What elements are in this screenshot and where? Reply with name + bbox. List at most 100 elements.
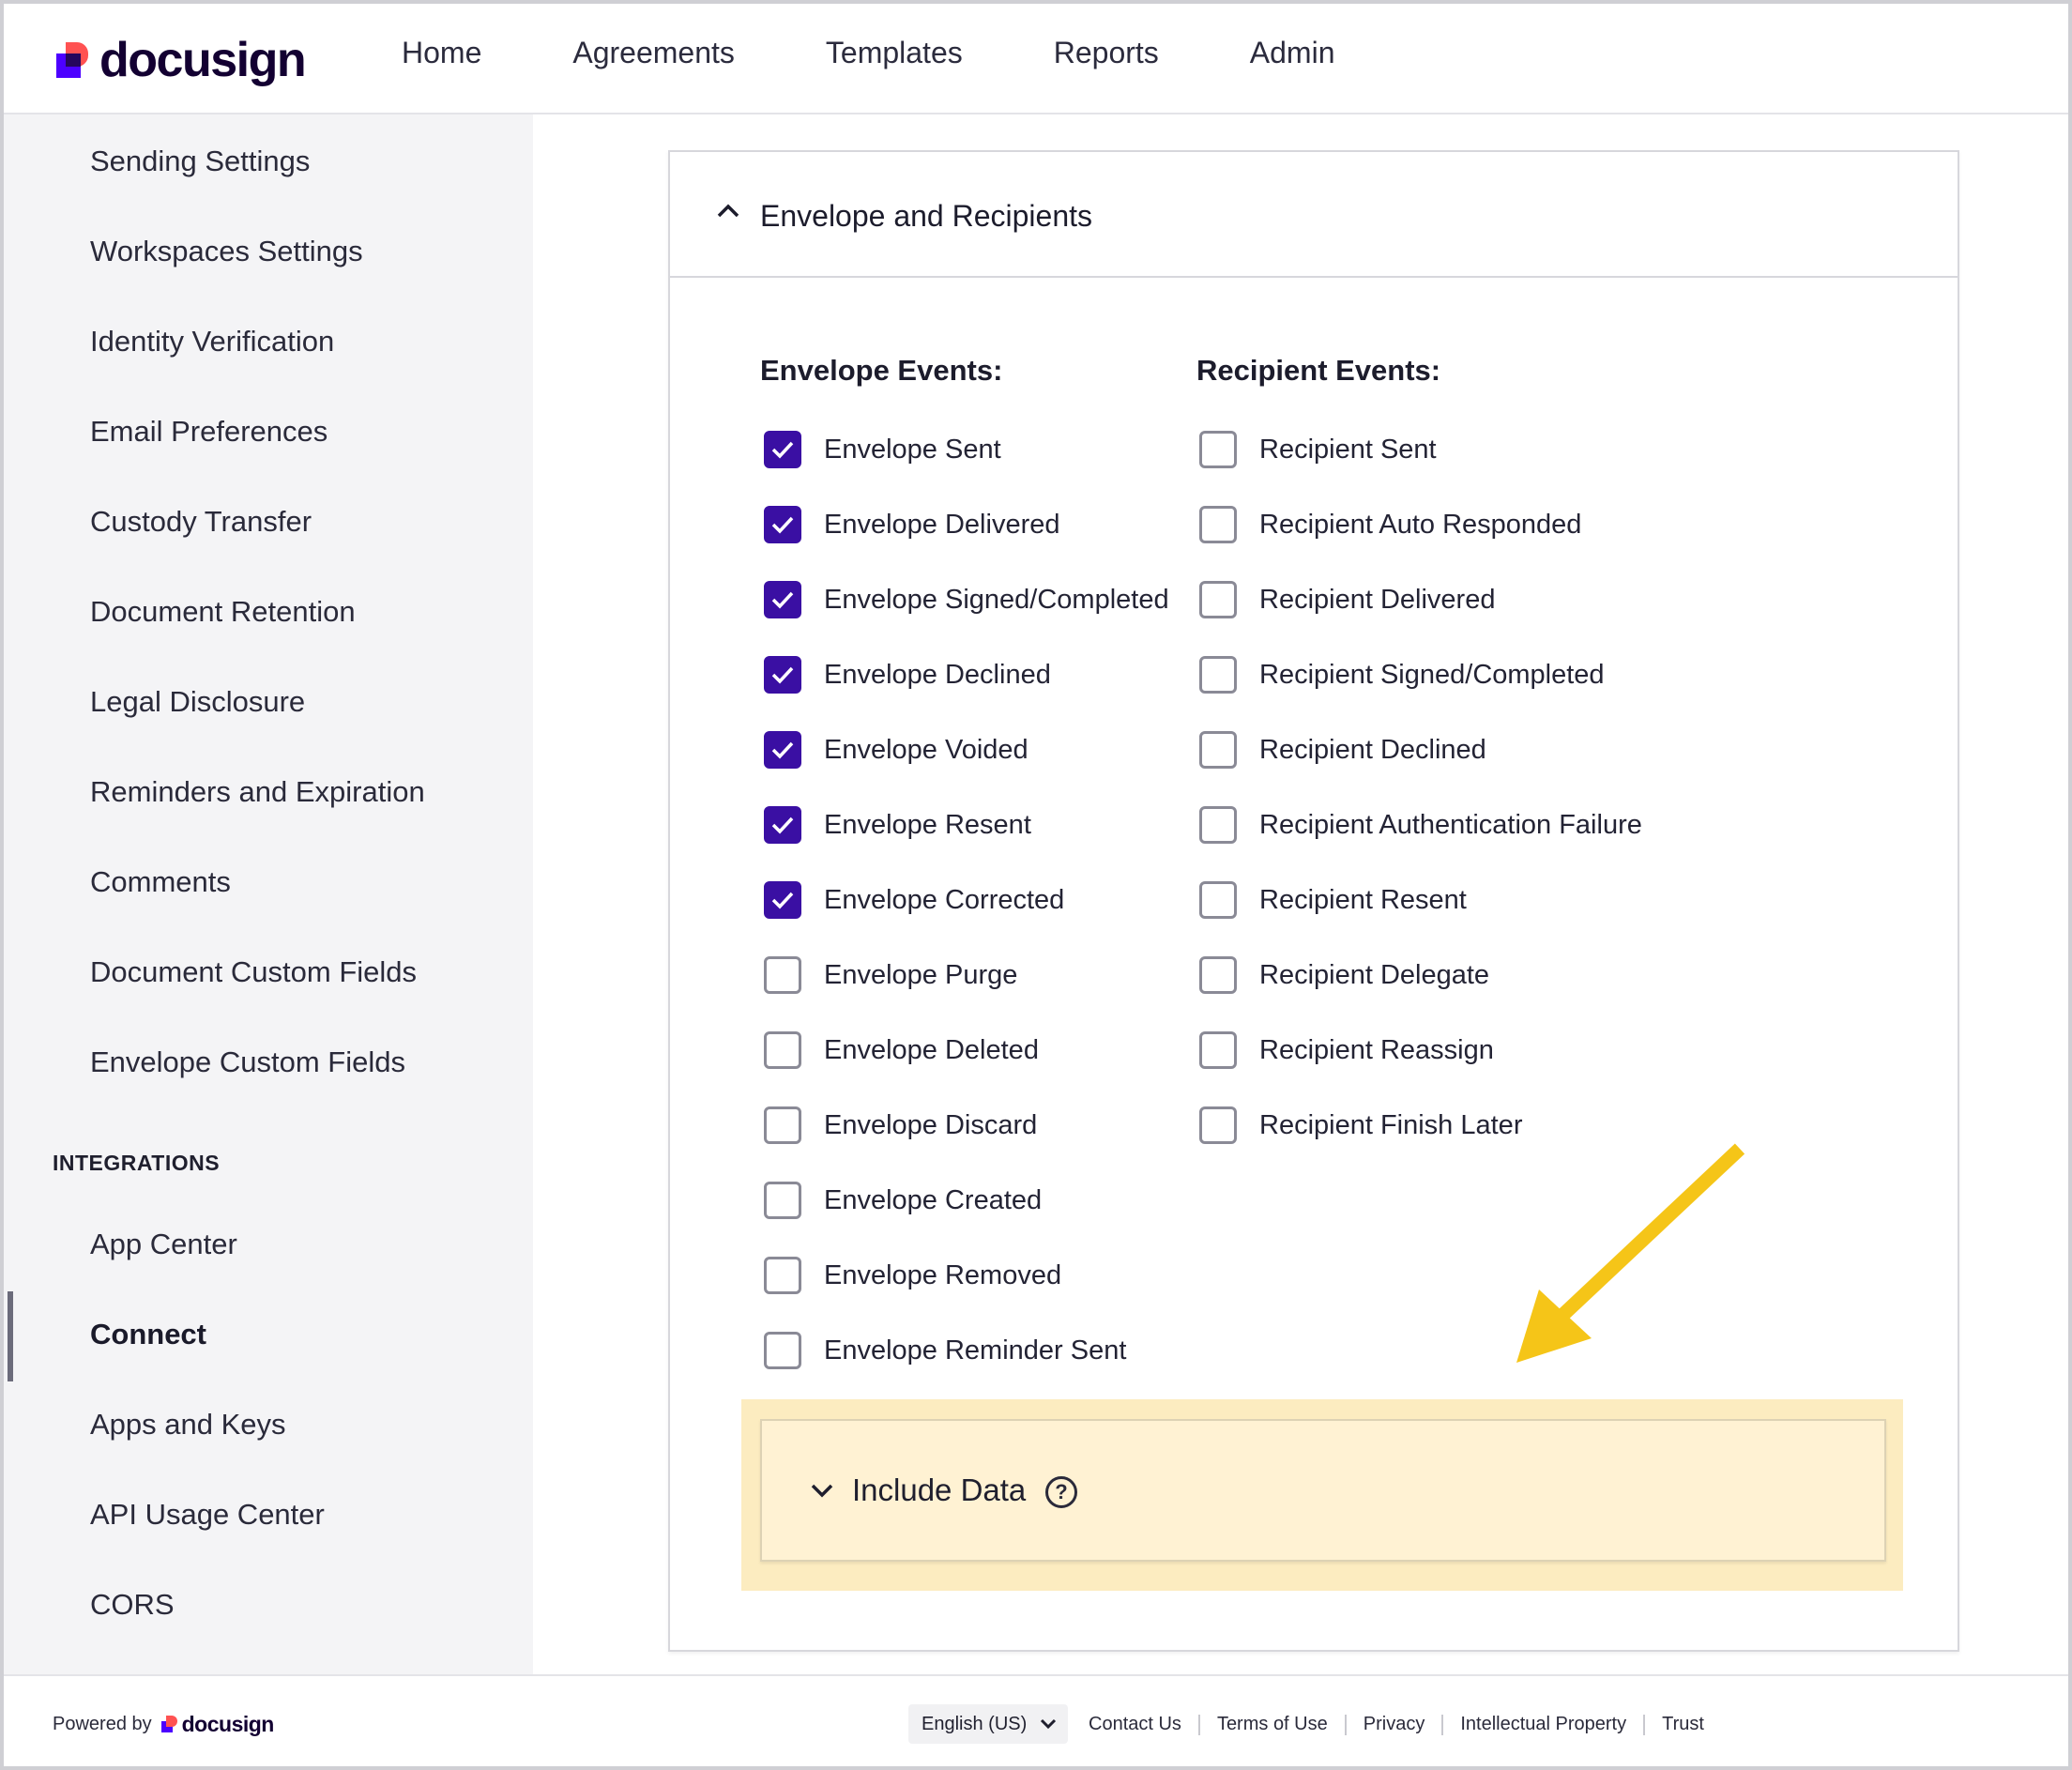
envelope-event-label: Envelope Declined bbox=[824, 659, 1051, 690]
include-data-label: Include Data bbox=[852, 1472, 1027, 1507]
recipient-event-checkbox-row[interactable]: Recipient Signed/Completed bbox=[1199, 656, 1605, 694]
sidebar-item-comments[interactable]: Comments bbox=[90, 865, 231, 899]
checkbox-unchecked[interactable] bbox=[1199, 1031, 1237, 1069]
sidebar-heading-integrations: INTEGRATIONS bbox=[53, 1151, 221, 1175]
envelope-event-checkbox-row[interactable]: Envelope Signed/Completed bbox=[764, 581, 1169, 618]
recipient-event-checkbox-row[interactable]: Recipient Auto Responded bbox=[1199, 506, 1581, 543]
checkbox-unchecked[interactable] bbox=[1199, 956, 1237, 994]
checkbox-checked[interactable] bbox=[764, 581, 801, 618]
footer: Powered by docusign English (US) Contact… bbox=[4, 1674, 2068, 1766]
checkbox-unchecked[interactable] bbox=[764, 956, 801, 994]
envelope-event-label: Envelope Created bbox=[824, 1184, 1043, 1215]
checkbox-unchecked[interactable] bbox=[764, 1182, 801, 1219]
checkbox-unchecked[interactable] bbox=[1199, 881, 1237, 919]
sidebar-item-apps-and-keys[interactable]: Apps and Keys bbox=[90, 1408, 286, 1442]
panel-header[interactable]: Envelope and Recipients bbox=[670, 152, 1958, 278]
footer-link-intellectual-property[interactable]: Intellectual Property bbox=[1460, 1714, 1626, 1735]
checkbox-checked[interactable] bbox=[764, 431, 801, 468]
envelope-event-label: Envelope Delivered bbox=[824, 509, 1060, 540]
checkbox-unchecked[interactable] bbox=[1199, 581, 1237, 618]
checkbox-checked[interactable] bbox=[764, 731, 801, 769]
sidebar-item-identity-verification[interactable]: Identity Verification bbox=[90, 325, 334, 359]
envelope-event-checkbox-row[interactable]: Envelope Declined bbox=[764, 656, 1051, 694]
envelope-event-checkbox-row[interactable]: Envelope Reminder Sent bbox=[764, 1332, 1126, 1369]
sidebar-item-api-usage-center[interactable]: API Usage Center bbox=[90, 1498, 325, 1532]
envelope-event-checkbox-row[interactable]: Envelope Discard bbox=[764, 1106, 1037, 1144]
checkbox-unchecked[interactable] bbox=[764, 1106, 801, 1144]
footer-link-trust[interactable]: Trust bbox=[1662, 1714, 1704, 1735]
annotation-arrow-icon bbox=[1505, 1139, 1749, 1379]
envelope-event-checkbox-row[interactable]: Envelope Delivered bbox=[764, 506, 1059, 543]
language-select[interactable]: English (US) bbox=[908, 1704, 1068, 1744]
sidebar-item-document-retention[interactable]: Document Retention bbox=[90, 595, 356, 629]
checkbox-unchecked[interactable] bbox=[1199, 1106, 1237, 1144]
checkbox-unchecked[interactable] bbox=[1199, 506, 1237, 543]
checkmark-icon bbox=[771, 516, 794, 534]
sidebar-item-connect[interactable]: Connect bbox=[90, 1318, 206, 1351]
sidebar-item-document-custom-fields[interactable]: Document Custom Fields bbox=[90, 955, 417, 989]
nav-templates[interactable]: Templates bbox=[826, 36, 963, 70]
language-value: English (US) bbox=[922, 1713, 1028, 1734]
main-nav: Home Agreements Templates Reports Admin bbox=[402, 36, 1425, 70]
active-indicator bbox=[8, 1291, 13, 1381]
recipient-event-checkbox-row[interactable]: Recipient Delegate bbox=[1199, 956, 1489, 994]
checkbox-unchecked[interactable] bbox=[1199, 806, 1237, 844]
footer-divider bbox=[1441, 1714, 1444, 1735]
checkmark-icon bbox=[771, 591, 794, 609]
checkbox-unchecked[interactable] bbox=[1199, 731, 1237, 769]
footer-divider bbox=[1643, 1714, 1646, 1735]
nav-home[interactable]: Home bbox=[402, 36, 481, 70]
envelope-event-checkbox-row[interactable]: Envelope Sent bbox=[764, 431, 1001, 468]
sidebar-item-custody-transfer[interactable]: Custody Transfer bbox=[90, 505, 312, 539]
sidebar-item-sending-settings[interactable]: Sending Settings bbox=[90, 145, 310, 178]
footer-link-contact-us[interactable]: Contact Us bbox=[1089, 1714, 1181, 1735]
recipient-event-checkbox-row[interactable]: Recipient Reassign bbox=[1199, 1031, 1494, 1069]
checkbox-unchecked[interactable] bbox=[764, 1257, 801, 1294]
envelope-events-heading: Envelope Events: bbox=[760, 354, 1003, 387]
docusign-logo[interactable]: docusign bbox=[53, 32, 307, 88]
sidebar-item-workspaces-settings[interactable]: Workspaces Settings bbox=[90, 235, 363, 268]
nav-agreements[interactable]: Agreements bbox=[572, 36, 735, 70]
checkmark-icon bbox=[771, 666, 794, 684]
recipient-event-label: Recipient Sent bbox=[1259, 434, 1437, 465]
footer-divider bbox=[1344, 1714, 1347, 1735]
envelope-event-label: Envelope Voided bbox=[824, 734, 1028, 765]
recipient-event-checkbox-row[interactable]: Recipient Delivered bbox=[1199, 581, 1495, 618]
recipient-event-checkbox-row[interactable]: Recipient Sent bbox=[1199, 431, 1437, 468]
recipient-event-checkbox-row[interactable]: Recipient Finish Later bbox=[1199, 1106, 1522, 1144]
recipient-event-checkbox-row[interactable]: Recipient Declined bbox=[1199, 731, 1486, 769]
checkmark-icon bbox=[771, 892, 794, 909]
envelope-event-checkbox-row[interactable]: Envelope Corrected bbox=[764, 881, 1064, 919]
envelope-event-checkbox-row[interactable]: Envelope Voided bbox=[764, 731, 1028, 769]
include-data-section[interactable]: Include Data ? bbox=[760, 1419, 1886, 1562]
checkbox-checked[interactable] bbox=[764, 881, 801, 919]
sidebar-item-reminders-and-expiration[interactable]: Reminders and Expiration bbox=[90, 775, 425, 809]
checkbox-unchecked[interactable] bbox=[1199, 431, 1237, 468]
checkbox-checked[interactable] bbox=[764, 506, 801, 543]
footer-link-terms-of-use[interactable]: Terms of Use bbox=[1217, 1714, 1328, 1735]
question-circle-icon[interactable]: ? bbox=[1045, 1476, 1077, 1508]
docusign-logo-mark-icon bbox=[53, 40, 90, 80]
checkbox-checked[interactable] bbox=[764, 656, 801, 694]
checkbox-unchecked[interactable] bbox=[1199, 656, 1237, 694]
nav-reports[interactable]: Reports bbox=[1054, 36, 1159, 70]
nav-admin[interactable]: Admin bbox=[1250, 36, 1335, 70]
checkbox-unchecked[interactable] bbox=[764, 1332, 801, 1369]
footer-link-privacy[interactable]: Privacy bbox=[1364, 1714, 1425, 1735]
sidebar-item-envelope-custom-fields[interactable]: Envelope Custom Fields bbox=[90, 1045, 405, 1079]
recipient-event-checkbox-row[interactable]: Recipient Resent bbox=[1199, 881, 1467, 919]
sidebar-item-cors[interactable]: CORS bbox=[90, 1588, 175, 1622]
checkbox-unchecked[interactable] bbox=[764, 1031, 801, 1069]
logo-text: docusign bbox=[99, 33, 307, 87]
envelope-event-checkbox-row[interactable]: Envelope Created bbox=[764, 1182, 1042, 1219]
recipient-event-label: Recipient Delegate bbox=[1259, 959, 1490, 990]
sidebar-item-legal-disclosure[interactable]: Legal Disclosure bbox=[90, 685, 305, 719]
recipient-event-checkbox-row[interactable]: Recipient Authentication Failure bbox=[1199, 806, 1642, 844]
checkbox-checked[interactable] bbox=[764, 806, 801, 844]
envelope-event-checkbox-row[interactable]: Envelope Purge bbox=[764, 956, 1017, 994]
envelope-event-checkbox-row[interactable]: Envelope Resent bbox=[764, 806, 1031, 844]
envelope-event-checkbox-row[interactable]: Envelope Removed bbox=[764, 1257, 1061, 1294]
sidebar-item-email-preferences[interactable]: Email Preferences bbox=[90, 415, 328, 449]
envelope-event-checkbox-row[interactable]: Envelope Deleted bbox=[764, 1031, 1039, 1069]
sidebar-item-app-center[interactable]: App Center bbox=[90, 1228, 237, 1261]
